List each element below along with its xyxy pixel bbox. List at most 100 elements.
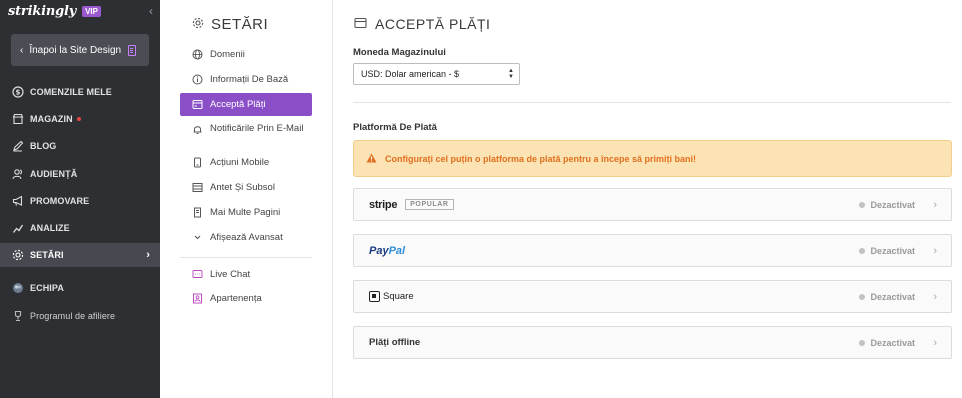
sidebar-item-label: MAGAZIN (30, 114, 73, 124)
sidebar-item-affiliate[interactable]: Programul de afiliere (0, 304, 160, 328)
sidebar-item-promotion[interactable]: PROMOVARE (0, 189, 160, 213)
page-title-text: ACCEPTĂ PLĂȚI (375, 16, 491, 32)
sidebar-item-store[interactable]: MAGAZIN (0, 107, 160, 131)
chart-icon (11, 222, 24, 235)
square-logo-icon (369, 291, 380, 302)
pages-icon (192, 207, 203, 218)
settings-item-label: Afișează Avansat (210, 232, 283, 243)
settings-item-label: Informații De Bază (210, 74, 289, 85)
settings-item-live-chat[interactable]: Live Chat (180, 263, 312, 286)
info-icon (192, 74, 203, 85)
paypal-logo-pal: Pal (388, 244, 406, 257)
sidebar-item-analytics[interactable]: ANALIZE (0, 216, 160, 240)
provider-status: Dezactivat (859, 200, 915, 210)
page-title: ACCEPTĂ PLĂȚI (354, 16, 490, 32)
chevron-right-icon: › (933, 336, 937, 349)
sidebar-item-team[interactable]: ECHIPA (0, 276, 160, 300)
chevron-right-icon: › (933, 198, 937, 211)
settings-title: SETĂRI (192, 16, 268, 33)
status-dot (859, 247, 866, 254)
settings-item-label: Notificările Prin E-Mail (210, 123, 304, 134)
settings-item-label: Apartenența (210, 293, 262, 304)
megaphone-icon (11, 195, 24, 208)
currency-select-value: USD: Dolar american - $ (361, 69, 460, 79)
sidebar-item-label: COMENZILE MELE (30, 87, 112, 97)
status-text: Dezactivat (870, 337, 915, 348)
provider-status: Dezactivat (859, 338, 915, 348)
select-arrows-icon: ▲ ▼ (508, 68, 514, 80)
currency-label: Moneda Magazinului (353, 47, 446, 58)
settings-item-mobile-actions[interactable]: Acțiuni Mobile (180, 151, 312, 174)
chevron-right-icon: › (146, 249, 150, 261)
settings-item-header-footer[interactable]: Antet Și Subsol (180, 176, 312, 199)
settings-item-more-pages[interactable]: Mai Multe Pagini (180, 201, 312, 224)
payment-platform-label: Platformă De Plată (353, 122, 437, 133)
chevron-right-icon: › (933, 244, 937, 257)
sidebar-item-label: Programul de afiliere (30, 311, 116, 321)
settings-item-accept-payments[interactable]: Acceptă Plăți (180, 93, 312, 116)
sidebar-item-blog[interactable]: BLOG (0, 134, 160, 158)
stripe-logo: stripe (369, 198, 398, 211)
status-dot (859, 293, 866, 300)
popular-badge: POPULAR (405, 199, 454, 210)
sidebar-item-audience[interactable]: AUDIENȚĂ (0, 162, 160, 186)
pen-icon (11, 140, 24, 153)
settings-item-label: Acțiuni Mobile (210, 157, 270, 168)
sidebar-item-label: PROMOVARE (30, 196, 90, 206)
dollar-circle-icon: $ (11, 86, 24, 99)
warning-alert: Configurați cel puțin o platforma de pla… (353, 140, 952, 177)
settings-item-show-advanced[interactable]: Afișează Avansat (180, 226, 312, 249)
sidebar-item-label: ECHIPA (30, 283, 64, 293)
status-dot (859, 201, 866, 208)
status-text: Dezactivat (870, 291, 915, 302)
provider-status: Dezactivat (859, 292, 915, 302)
bell-icon (192, 124, 203, 135)
settings-item-email-notifications[interactable]: Notificările Prin E-Mail (180, 120, 312, 143)
settings-divider (180, 257, 312, 258)
chevron-down-icon (192, 232, 203, 243)
store-icon (11, 113, 24, 126)
chat-icon (192, 269, 203, 280)
users-icon (11, 168, 24, 181)
sidebar-item-orders[interactable]: $ COMENZILE MELE (0, 80, 160, 104)
settings-item-membership[interactable]: Apartenența (180, 287, 312, 310)
chevron-right-icon: › (933, 290, 937, 303)
square-logo-text: Square (383, 291, 414, 302)
sidebar-item-label: BLOG (30, 141, 57, 151)
brand[interactable]: strikingly VIP (8, 3, 101, 19)
settings-item-label: Acceptă Plăți (210, 99, 266, 110)
trophy-icon (11, 310, 24, 323)
notification-dot (76, 117, 81, 121)
design-icon (128, 44, 137, 56)
brand-logo: strikingly (8, 3, 77, 19)
warning-icon (366, 153, 377, 165)
offline-payments-label: Plăți offline (369, 337, 421, 348)
main-sidebar: strikingly VIP ‹ ‹ Înapoi la Site Design… (0, 0, 160, 398)
payment-icon (354, 16, 367, 32)
payment-icon (192, 99, 203, 110)
status-text: Dezactivat (870, 245, 915, 256)
provider-offline[interactable]: Plăți offline Dezactivat › (353, 326, 952, 359)
provider-square[interactable]: Square Dezactivat › (353, 280, 952, 313)
app: strikingly VIP ‹ ‹ Înapoi la Site Design… (0, 0, 962, 398)
vip-badge: VIP (82, 5, 101, 17)
settings-item-basic-info[interactable]: Informații De Bază (180, 68, 312, 91)
settings-title-text: SETĂRI (211, 16, 269, 33)
currency-select[interactable]: USD: Dolar american - $ ▲ ▼ (353, 63, 520, 85)
section-divider (353, 102, 951, 103)
paypal-logo-pay: Pay (369, 244, 389, 257)
gear-icon (11, 249, 24, 262)
paypal-logo: PayPal (369, 245, 405, 257)
back-to-site-design-button[interactable]: ‹ Înapoi la Site Design (11, 34, 149, 66)
square-logo: Square (369, 291, 414, 302)
settings-item-label: Mai Multe Pagini (210, 207, 281, 218)
sidebar-item-settings[interactable]: SETĂRI › (0, 243, 160, 267)
provider-stripe[interactable]: stripe POPULAR Dezactivat › (353, 188, 952, 221)
provider-paypal[interactable]: PayPal Dezactivat › (353, 234, 952, 267)
warning-alert-text: Configurați cel puțin o platforma de pla… (385, 153, 697, 164)
svg-text:$: $ (15, 89, 20, 97)
collapse-sidebar-icon[interactable]: ‹ (149, 4, 153, 18)
back-button-label: Înapoi la Site Design (29, 44, 122, 56)
settings-item-domains[interactable]: Domenii (180, 43, 312, 66)
gear-icon (192, 16, 204, 33)
